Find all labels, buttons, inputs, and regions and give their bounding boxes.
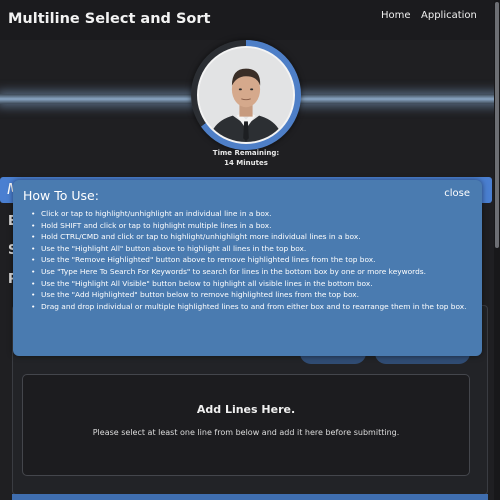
top-nav-bar: Multiline Select and Sort Home Applicati… <box>0 0 500 40</box>
drop-box-title: Add Lines Here. <box>196 403 296 416</box>
how-to-use-modal: How To Use: close Click or tap to highli… <box>13 180 482 356</box>
app-title: Multiline Select and Sort <box>8 11 211 27</box>
scrollbar-thumb[interactable] <box>495 2 499 248</box>
instruction-item: Hold SHIFT and click or tap to highlight… <box>23 220 473 232</box>
instruction-item: Use the "Add Highlighted" button below t… <box>23 289 473 301</box>
instruction-item: Drag and drop individual or multiple hig… <box>23 301 473 313</box>
avatar <box>197 46 295 144</box>
modal-close-button[interactable]: close <box>444 188 470 199</box>
instruction-item: Use the "Highlight All" button above to … <box>23 243 473 255</box>
time-remaining: Time Remaining: 14 Minutes <box>196 148 296 168</box>
time-remaining-value: 14 Minutes <box>224 159 268 167</box>
nav-link-home[interactable]: Home <box>381 10 411 21</box>
instructions-list: Click or tap to highlight/unhighlight an… <box>23 208 473 312</box>
drop-box-subtitle: Please select at least one line from bel… <box>92 428 400 437</box>
instruction-item: Click or tap to highlight/unhighlight an… <box>23 208 473 220</box>
modal-title: How To Use: <box>23 188 99 203</box>
time-remaining-label: Time Remaining: <box>212 149 280 157</box>
instruction-item: Use the "Remove Highlighted" button abov… <box>23 254 473 266</box>
nav-link-application[interactable]: Application <box>421 10 477 21</box>
instruction-item: Use "Type Here To Search For Keywords" t… <box>23 266 473 278</box>
instruction-item: Use the "Highlight All Visible" button b… <box>23 278 473 290</box>
drop-box[interactable] <box>22 374 470 476</box>
instruction-item: Hold CTRL/CMD and click or tap to highli… <box>23 231 473 243</box>
avatar-portrait <box>199 48 293 142</box>
bottom-strip <box>12 494 488 500</box>
